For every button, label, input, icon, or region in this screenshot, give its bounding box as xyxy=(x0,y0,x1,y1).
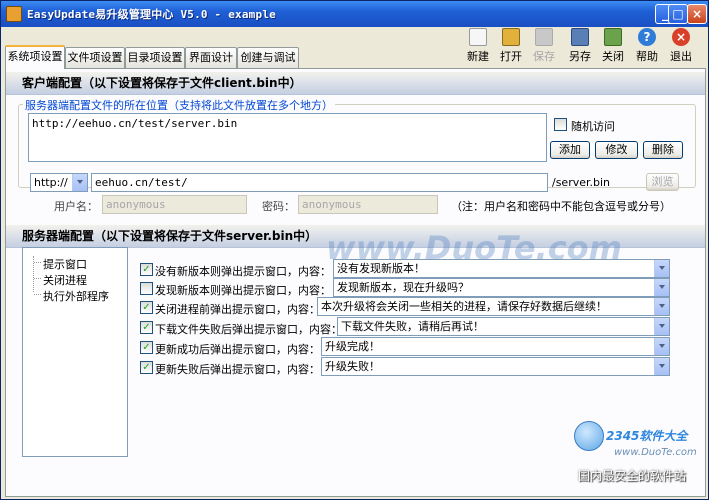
close-label: 关闭 xyxy=(602,50,624,63)
delete-button[interactable]: 删除 xyxy=(643,141,683,159)
app-window: EasyUpdate易升级管理中心 V5.0 - example _ □ × 系… xyxy=(0,0,709,500)
save-as-icon xyxy=(571,28,589,46)
new-version-message-select[interactable]: 发现新版本，现在升级吗？ xyxy=(333,278,670,297)
tab-system-settings[interactable]: 系统项设置 xyxy=(5,45,65,69)
brand-slogan: 国内最安全的软件站 xyxy=(578,469,687,483)
modify-button[interactable]: 修改 xyxy=(595,141,638,159)
brand-logo-block: 2345软件大全 www.DuoTe.com 国内最安全的软件站 xyxy=(574,419,702,495)
app-icon xyxy=(6,6,22,22)
update-failed-message-select[interactable]: 升级失败！ xyxy=(321,357,670,376)
exit-icon: × xyxy=(672,28,690,46)
update-failed-checkbox[interactable]: ✓ xyxy=(140,361,153,374)
add-button[interactable]: 添加 xyxy=(550,141,590,159)
chevron-down-icon xyxy=(72,174,87,191)
new-button[interactable]: 新建 xyxy=(463,28,493,66)
chevron-down-icon xyxy=(654,260,669,277)
brand-url: www.DuoTe.com xyxy=(614,447,697,458)
update-failed-message: 升级失败！ xyxy=(325,360,380,373)
brand-mascot-icon xyxy=(574,421,604,451)
open-folder-icon xyxy=(502,28,520,46)
file-suffix-label: /server.bin xyxy=(552,176,611,189)
tree-connector xyxy=(34,278,41,279)
tree-item-close-process[interactable]: 关闭进程 xyxy=(43,272,87,288)
password-input[interactable]: anonymous xyxy=(298,195,438,214)
update-success-message-select[interactable]: 升级完成！ xyxy=(321,337,670,356)
new-label: 新建 xyxy=(467,50,489,63)
no-update-label: 没有新版本则弹出提示窗口，内容： xyxy=(155,265,331,278)
download-failed-checkbox[interactable]: ✓ xyxy=(140,321,153,334)
tree-item-prompt-window[interactable]: 提示窗口 xyxy=(43,256,87,272)
close-file-button[interactable]: 关闭 xyxy=(598,28,628,66)
download-failed-message-select[interactable]: 下载文件失败，请稍后再试！ xyxy=(337,317,670,336)
close-file-icon xyxy=(604,28,622,46)
open-button[interactable]: 打开 xyxy=(496,28,526,66)
window-title: EasyUpdate易升级管理中心 V5.0 - example xyxy=(27,8,276,21)
exit-label: 退出 xyxy=(670,50,692,63)
new-version-checkbox[interactable] xyxy=(140,282,153,295)
tab-build-debug[interactable]: 创建与调试 xyxy=(237,47,299,68)
tree-connector xyxy=(34,262,41,263)
save-as-button[interactable]: 另存 xyxy=(565,28,595,66)
username-input[interactable]: anonymous xyxy=(102,195,247,214)
chevron-down-icon xyxy=(654,338,669,355)
save-button[interactable]: 保存 xyxy=(529,28,559,66)
update-success-label: 更新成功后弹出提示窗口，内容： xyxy=(155,343,320,356)
update-success-checkbox[interactable]: ✓ xyxy=(140,341,153,354)
save-as-label: 另存 xyxy=(569,50,591,63)
tab-folder-settings[interactable]: 目录项设置 xyxy=(125,47,185,68)
server-location-caption: 服务器端配置文件的所在位置（支持将此文件放置在多个地方） xyxy=(23,97,335,113)
credentials-note: （注：用户名和密码中不能包含逗号或分号） xyxy=(451,200,671,213)
tree-connector xyxy=(34,294,41,295)
close-process-message-select[interactable]: 本次升级将会关闭一些相关的进程，请保存好数据后继续！ xyxy=(317,297,670,316)
password-label: 密码： xyxy=(262,200,295,213)
watermark: www.DuoTe.com xyxy=(326,229,622,267)
chevron-down-icon xyxy=(654,279,669,296)
new-version-message: 发现新版本，现在升级吗？ xyxy=(337,281,469,294)
exit-button[interactable]: × 退出 xyxy=(666,28,696,66)
divider xyxy=(6,94,705,95)
help-label: 帮助 xyxy=(636,50,658,63)
new-version-label: 发现新版本则弹出提示窗口，内容： xyxy=(155,284,331,297)
close-window-button[interactable]: × xyxy=(687,4,707,24)
save-icon xyxy=(535,28,553,46)
protocol-value: http:// xyxy=(34,176,68,189)
chevron-down-icon xyxy=(654,298,669,315)
random-access-checkbox[interactable] xyxy=(554,118,567,131)
tab-ui-design[interactable]: 界面设计 xyxy=(185,47,237,68)
random-access-label: 随机访问 xyxy=(571,120,615,133)
new-file-icon xyxy=(469,28,487,46)
server-host-input[interactable]: eehuo.cn/test/ xyxy=(91,173,548,192)
protocol-select[interactable]: http:// xyxy=(30,173,88,192)
settings-panel: 客户端配置（以下设置将保存于文件client.bin中） 服务器端配置文件的所在… xyxy=(5,68,706,497)
browse-button[interactable]: 浏览 xyxy=(646,173,679,191)
close-process-checkbox[interactable]: ✓ xyxy=(140,301,153,314)
title-bar[interactable]: EasyUpdate易升级管理中心 V5.0 - example _ □ × xyxy=(1,1,708,27)
no-update-checkbox[interactable]: ✓ xyxy=(140,263,153,276)
save-label: 保存 xyxy=(533,50,555,63)
server-action-tree[interactable]: 提示窗口 关闭进程 执行外部程序 xyxy=(22,247,128,457)
tab-file-settings[interactable]: 文件项设置 xyxy=(65,47,125,68)
close-process-label: 关闭进程前弹出提示窗口，内容： xyxy=(155,303,320,316)
brand-logo: 2345软件大全 xyxy=(606,429,688,443)
help-button[interactable]: ? 帮助 xyxy=(632,28,662,66)
client-config-heading: 客户端配置（以下设置将保存于文件client.bin中） xyxy=(6,72,705,94)
chevron-down-icon xyxy=(654,318,669,335)
username-label: 用户名： xyxy=(54,200,98,213)
tree-item-run-external[interactable]: 执行外部程序 xyxy=(43,288,109,304)
server-url-list[interactable]: http://eehuo.cn/test/server.bin xyxy=(28,113,547,162)
maximize-button[interactable]: □ xyxy=(668,4,688,24)
update-failed-label: 更新失败后弹出提示窗口，内容： xyxy=(155,363,320,376)
chevron-down-icon xyxy=(654,358,669,375)
open-label: 打开 xyxy=(500,50,522,63)
download-failed-label: 下载文件失败后弹出提示窗口，内容： xyxy=(155,323,342,336)
download-failed-message: 下载文件失败，请稍后再试！ xyxy=(341,320,484,333)
help-icon: ? xyxy=(638,28,656,46)
close-process-message: 本次升级将会关闭一些相关的进程，请保存好数据后继续！ xyxy=(321,300,607,313)
update-success-message: 升级完成！ xyxy=(325,340,380,353)
